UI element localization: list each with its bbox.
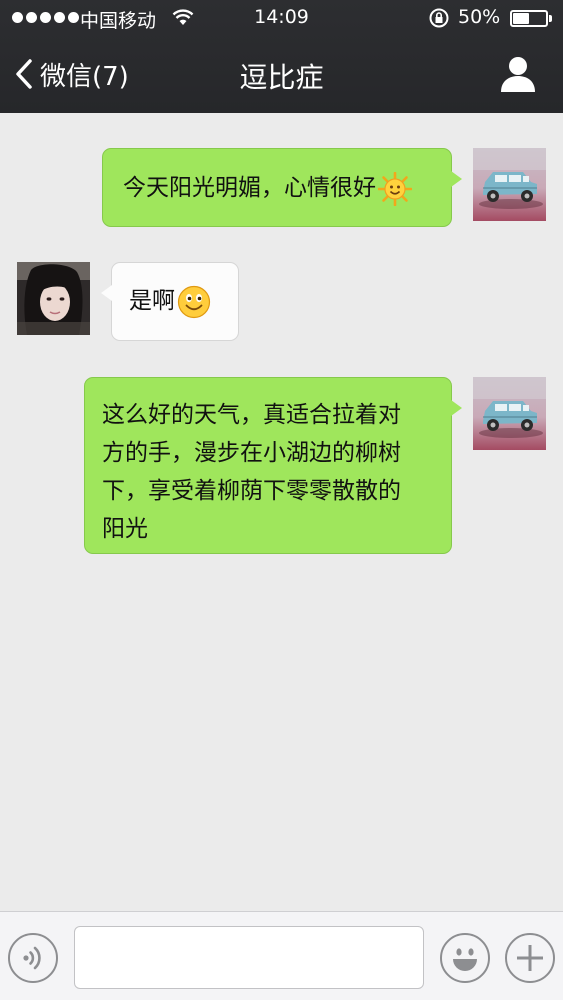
message-input[interactable] — [74, 926, 424, 989]
chat-screen: 中国移动 14:09 50% 微信(7) 逗比症 今天阳光明媚，心情很好 是啊 … — [0, 0, 563, 1000]
emoji-button[interactable] — [440, 933, 490, 983]
status-bar: 中国移动 14:09 50% — [0, 0, 563, 36]
smile-emoji-icon — [177, 285, 211, 318]
input-bar — [0, 911, 563, 1000]
car-photo — [473, 377, 546, 450]
rotation-lock-icon — [429, 8, 449, 28]
message-text-line: 阳光 — [102, 516, 148, 542]
sun-emoji-icon — [378, 171, 412, 206]
message-text: 是啊 — [129, 288, 175, 314]
person-icon[interactable] — [498, 54, 538, 94]
message-text-line: 下，享受着柳荫下零零散散的 — [102, 478, 401, 504]
chat-title: 逗比症 — [239, 61, 324, 94]
message-text-line: 方的手，漫步在小湖边的柳树 — [102, 440, 401, 466]
battery-percent: 50% — [458, 6, 501, 28]
message-text-line: 这么好的天气，真适合拉着对 — [102, 402, 401, 428]
outgoing-message-bubble[interactable]: 这么好的天气，真适合拉着对 方的手，漫步在小湖边的柳树 下，享受着柳荫下零零散散… — [84, 377, 462, 554]
battery-icon — [510, 10, 548, 27]
message-list[interactable]: 今天阳光明媚，心情很好 是啊 这么好的天气，真适合拉着对 方的手，漫步在小湖边的… — [0, 113, 563, 911]
plus-icon — [517, 945, 543, 971]
emoji-icon — [453, 948, 477, 971]
voice-icon — [23, 946, 41, 970]
my-avatar[interactable] — [473, 377, 546, 450]
my-avatar[interactable] — [473, 148, 546, 221]
message-text: 今天阳光明媚，心情很好 — [123, 175, 376, 201]
battery-level — [513, 13, 529, 24]
plus-button[interactable] — [505, 933, 555, 983]
outgoing-message-bubble[interactable]: 今天阳光明媚，心情很好 — [102, 148, 462, 227]
car-photo — [473, 148, 546, 221]
incoming-message-bubble[interactable]: 是啊 — [101, 262, 239, 341]
contact-avatar[interactable] — [17, 262, 90, 335]
header: 中国移动 14:09 50% 微信(7) 逗比症 — [0, 0, 563, 113]
navigation-bar: 微信(7) 逗比症 — [0, 36, 563, 113]
girl-photo — [17, 262, 90, 335]
voice-button[interactable] — [8, 933, 58, 983]
